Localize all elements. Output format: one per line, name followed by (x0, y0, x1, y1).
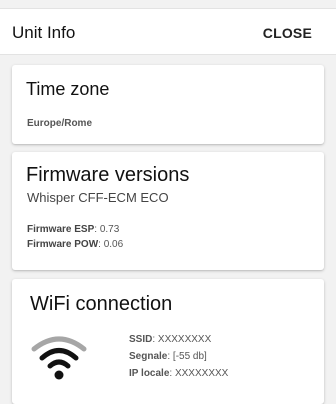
firmware-esp-label: Firmware ESP (27, 224, 95, 235)
firmware-card: Firmware versions Whisper CFF-ECM ECO Fi… (12, 152, 324, 270)
wifi-signal-value: : [-55 db] (167, 351, 207, 362)
timezone-heading: Time zone (26, 79, 110, 99)
wifi-card: WiFi connection SSID: XXXXXXXX Segnale: … (12, 279, 324, 404)
wifi-ip-row: IP locale: XXXXXXXX (129, 368, 228, 379)
wifi-middle-arc (39, 348, 79, 361)
wifi-inner-arc (47, 359, 71, 369)
wifi-heading: WiFi connection (30, 293, 173, 315)
wifi-dot (54, 370, 64, 380)
wifi-ssid-label: SSID (129, 334, 153, 345)
firmware-heading: Firmware versions (26, 164, 190, 186)
page-title: Unit Info (12, 23, 76, 42)
wifi-signal-label: Segnale (129, 351, 168, 362)
wifi-ssid-row: SSID: XXXXXXXX (129, 334, 211, 345)
wifi-signal-row: Segnale: [-55 db] (129, 351, 207, 362)
app-header: Unit Info CLOSE (0, 8, 336, 55)
wifi-ip-value: : XXXXXXXX (169, 368, 229, 379)
firmware-esp-row: Firmware ESP: 0.73 (27, 224, 119, 235)
wifi-signal-icon (31, 336, 87, 380)
wifi-outer-arc (31, 336, 87, 352)
firmware-pow-row: Firmware POW: 0.06 (27, 239, 123, 250)
firmware-model: Whisper CFF-ECM ECO (27, 190, 169, 205)
wifi-ssid-value: : XXXXXXXX (152, 334, 212, 345)
firmware-pow-label: Firmware POW (27, 239, 99, 250)
timezone-value: Europe/Rome (27, 118, 93, 129)
wifi-ip-label: IP locale (129, 368, 170, 379)
close-button[interactable]: CLOSE (263, 25, 312, 41)
firmware-esp-value: : 0.73 (94, 224, 120, 235)
timezone-card: Time zone Europe/Rome (12, 65, 324, 144)
firmware-pow-value: : 0.06 (98, 239, 124, 250)
